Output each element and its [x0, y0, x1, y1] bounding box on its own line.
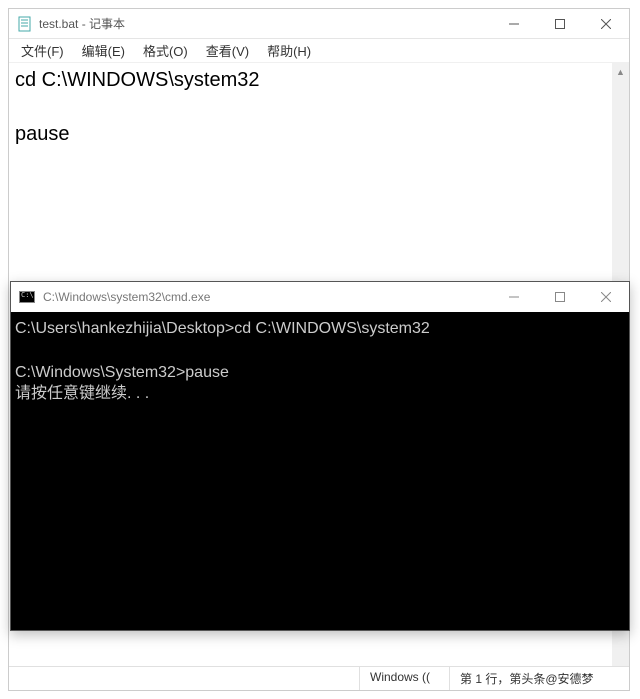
minimize-button[interactable]	[491, 282, 537, 312]
menu-view[interactable]: 查看(V)	[198, 39, 257, 62]
menu-format[interactable]: 格式(O)	[135, 39, 196, 62]
scroll-up-icon[interactable]: ▲	[612, 63, 629, 80]
cmd-output[interactable]: C:\Users\hankezhijia\Desktop>cd C:\WINDO…	[11, 312, 629, 630]
status-position: 第 1 行，第头条@安德梦	[449, 667, 629, 690]
cmd-title: C:\Windows\system32\cmd.exe	[43, 290, 210, 304]
status-platform: Windows ((	[359, 667, 449, 690]
notepad-icon	[17, 16, 33, 32]
menu-help[interactable]: 帮助(H)	[259, 39, 319, 62]
cmd-titlebar[interactable]: C:\Windows\system32\cmd.exe	[11, 282, 629, 312]
cmd-window: C:\Windows\system32\cmd.exe C:\Users\han…	[10, 281, 630, 631]
notepad-text[interactable]: cd C:\WINDOWS\system32 pause	[9, 63, 629, 152]
menu-edit[interactable]: 编辑(E)	[74, 39, 133, 62]
notepad-title: test.bat - 记事本	[39, 15, 125, 32]
maximize-button[interactable]	[537, 282, 583, 312]
menu-file[interactable]: 文件(F)	[13, 39, 72, 62]
notepad-titlebar[interactable]: test.bat - 记事本	[9, 9, 629, 39]
maximize-button[interactable]	[537, 9, 583, 39]
cmd-icon	[19, 291, 35, 303]
close-button[interactable]	[583, 9, 629, 39]
notepad-statusbar: Windows (( 第 1 行，第头条@安德梦	[9, 666, 629, 690]
notepad-menubar: 文件(F) 编辑(E) 格式(O) 查看(V) 帮助(H)	[9, 39, 629, 63]
minimize-button[interactable]	[491, 9, 537, 39]
close-button[interactable]	[583, 282, 629, 312]
